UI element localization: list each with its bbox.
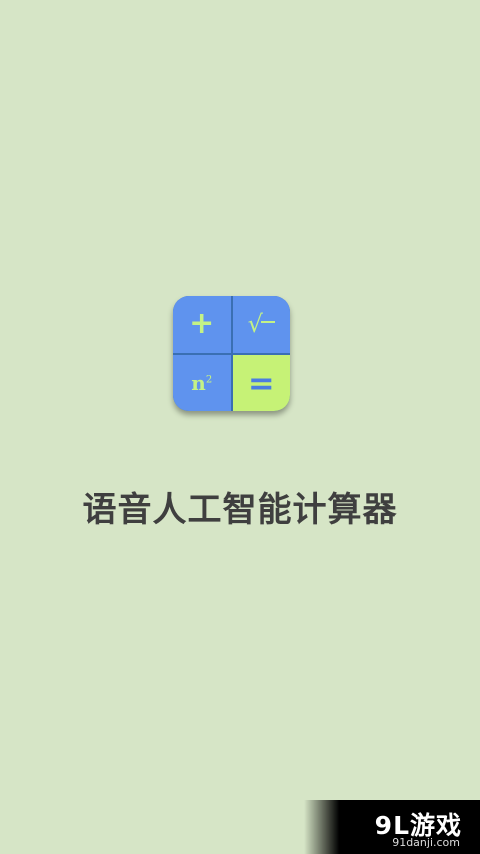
equals-icon: = xyxy=(232,354,290,411)
watermark-logo: 9L游戏 91danji.com xyxy=(304,800,480,854)
plus-icon: + xyxy=(173,296,231,353)
calculator-app-icon: + √ n2 = xyxy=(173,296,290,411)
watermark-url: 91danji.com xyxy=(392,836,460,849)
square-root-icon: √ xyxy=(232,296,290,353)
n-squared-icon: n2 xyxy=(173,354,231,411)
app-title: 语音人工智能计算器 xyxy=(82,490,398,530)
